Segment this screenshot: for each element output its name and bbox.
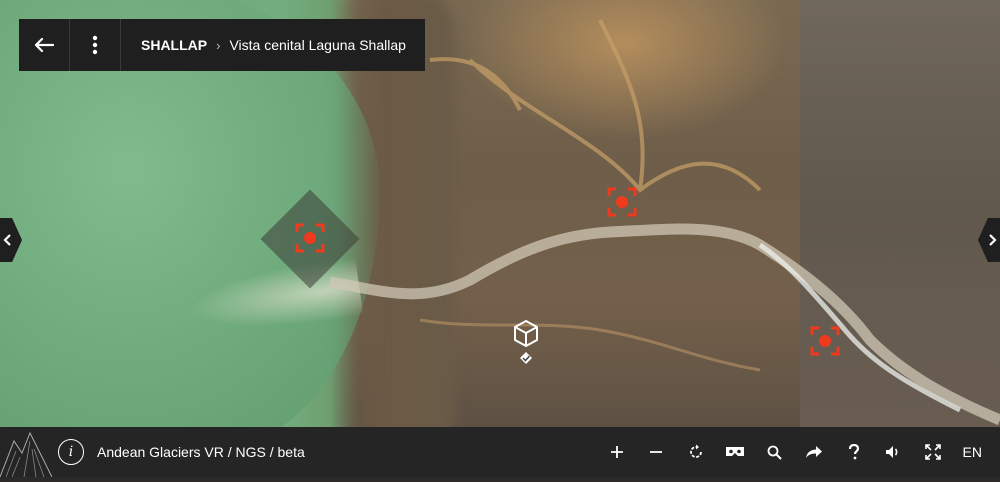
back-button[interactable] (19, 19, 70, 71)
target-hotspot-icon[interactable] (607, 187, 637, 217)
breadcrumb-bar: SHALLAP › Vista cenital Laguna Shallap (19, 19, 425, 71)
tour-title: Andean Glaciers VR / NGS / beta (97, 444, 305, 460)
breadcrumb-parent[interactable]: SHALLAP (141, 37, 207, 53)
breadcrumb-current: Vista cenital Laguna Shallap (229, 37, 406, 53)
chevron-right-icon (989, 234, 997, 246)
target-hotspot-icon[interactable] (810, 326, 840, 356)
speaker-icon (886, 446, 898, 458)
breadcrumb: SHALLAP › Vista cenital Laguna Shallap (121, 19, 406, 71)
fullscreen-icon (924, 444, 941, 460)
mountain-logo-icon (0, 427, 53, 478)
language-button[interactable]: EN (953, 427, 993, 477)
brand-logo (0, 431, 53, 478)
vertical-dots-icon (92, 35, 98, 55)
info-icon[interactable]: i (58, 439, 84, 465)
minus-icon (650, 451, 663, 453)
hotspot-dot (819, 335, 831, 347)
menu-button[interactable] (70, 19, 121, 71)
footer-toolbar: i Andean Glaciers VR / NGS / beta EN (0, 427, 1000, 478)
hotspot-dot (304, 232, 316, 244)
share-button[interactable] (795, 427, 835, 477)
share-arrow-icon (806, 446, 823, 458)
rotate-icon (689, 444, 702, 458)
model-marker (514, 320, 538, 364)
fullscreen-button[interactable] (913, 427, 953, 477)
sound-button[interactable] (874, 427, 914, 477)
hotspot-dot (616, 196, 628, 208)
vr-headset-icon (726, 447, 745, 456)
zoom-in-button[interactable] (597, 427, 637, 477)
chevron-left-icon (3, 234, 11, 246)
plus-icon (610, 446, 623, 458)
target-hotspot-icon[interactable] (295, 223, 325, 253)
arrow-left-icon (34, 37, 54, 53)
breadcrumb-separator: › (216, 37, 221, 53)
help-button[interactable] (834, 427, 874, 477)
cube-icon[interactable] (512, 319, 540, 371)
toolbar-controls: EN (597, 427, 992, 477)
search-icon (767, 445, 782, 460)
vr-headset-button[interactable] (716, 427, 756, 477)
zoom-out-button[interactable] (637, 427, 677, 477)
question-icon (848, 444, 859, 460)
search-button[interactable] (755, 427, 795, 477)
autorotate-button[interactable] (676, 427, 716, 477)
